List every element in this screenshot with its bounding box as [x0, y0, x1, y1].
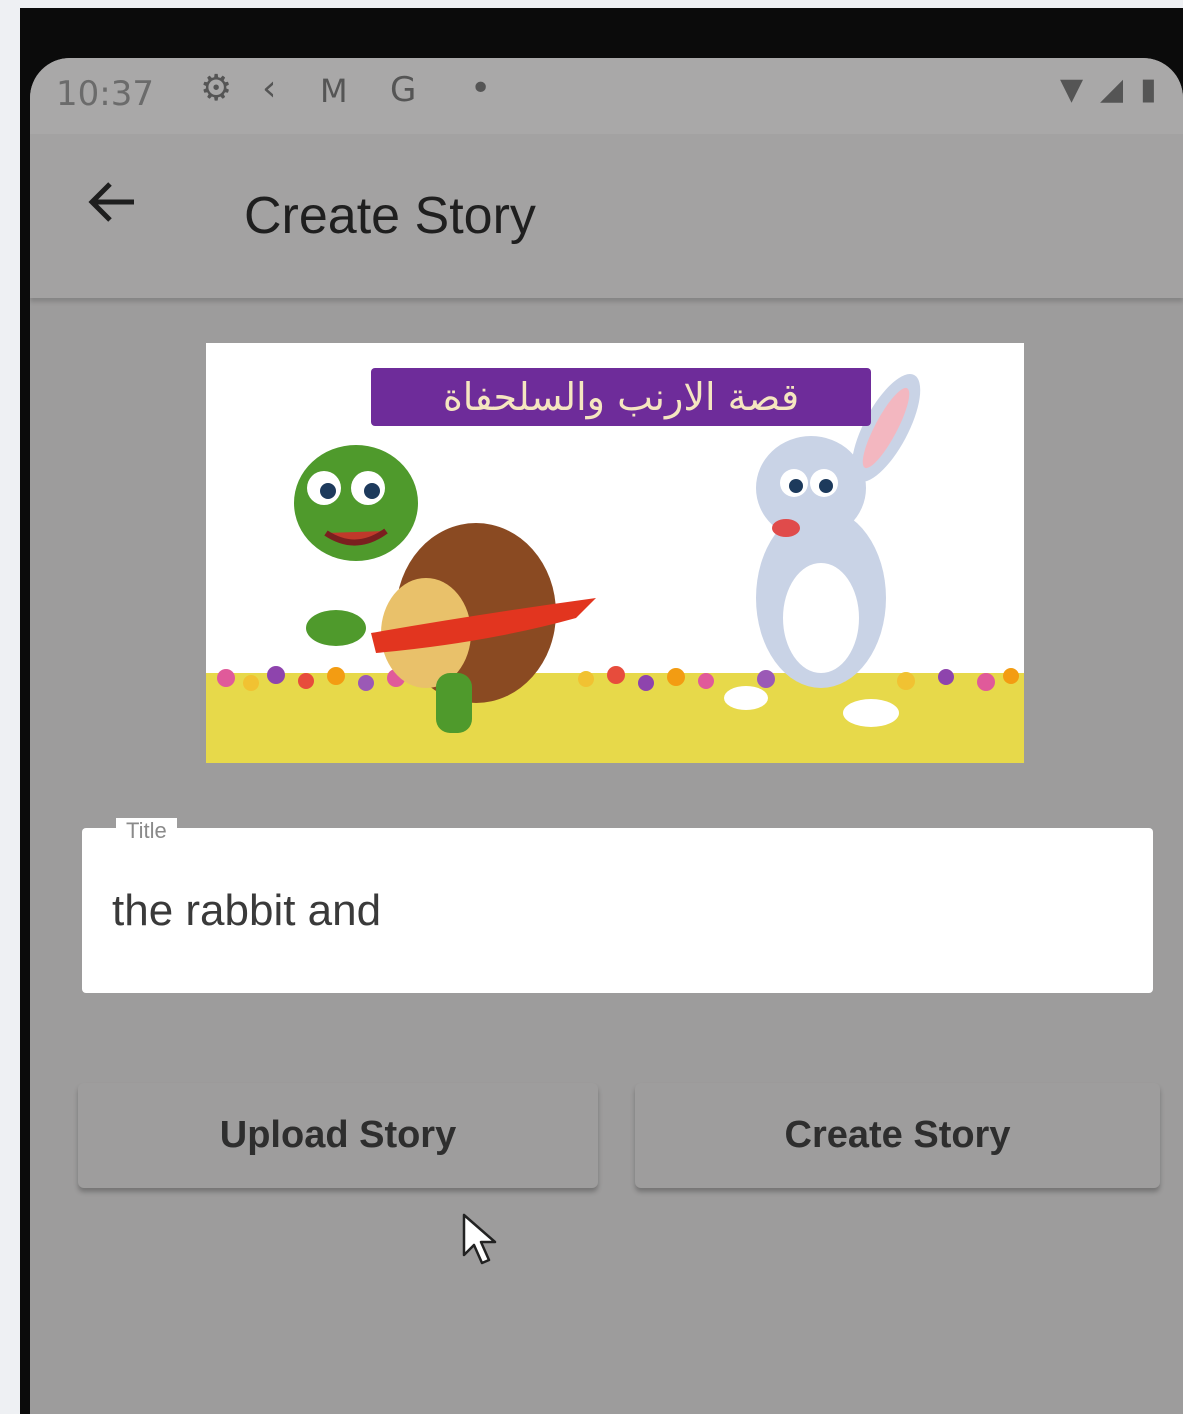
app-screen: 10:37 ⚙ ‹ M G • ▼ ◢ ▮ Create Story قصة ا… [30, 58, 1183, 1414]
google-icon: G [390, 70, 417, 110]
gmail-icon: M [320, 72, 348, 110]
mouse-cursor-icon [462, 1213, 497, 1265]
gear-icon: ⚙ [200, 68, 233, 109]
battery-icon: ▮ [1140, 72, 1157, 107]
phone-frame: 10:37 ⚙ ‹ M G • ▼ ◢ ▮ Create Story قصة ا… [20, 8, 1183, 1414]
upload-story-button[interactable]: Upload Story [78, 1083, 598, 1188]
title-input-value[interactable]: the rabbit and [112, 886, 381, 936]
title-input[interactable]: the rabbit and [82, 828, 1153, 993]
app-bar: Create Story [30, 134, 1183, 298]
wifi-icon: ▼ [1060, 72, 1084, 107]
page-title: Create Story [244, 187, 536, 245]
story-cover-image[interactable]: قصة الارنب والسلحفاة [206, 343, 1024, 763]
signal-icon: ◢ [1100, 72, 1124, 107]
create-story-button[interactable]: Create Story [635, 1083, 1160, 1188]
flutter-icon: ‹ [262, 68, 277, 109]
banner-title: قصة الارنب والسلحفاة [371, 368, 871, 426]
title-input-label: Title [116, 818, 177, 844]
status-time: 10:37 [56, 74, 154, 114]
dot-icon: • [470, 68, 492, 109]
arrow-left-icon[interactable] [82, 172, 142, 232]
status-bar: 10:37 ⚙ ‹ M G • ▼ ◢ ▮ [30, 58, 1183, 134]
